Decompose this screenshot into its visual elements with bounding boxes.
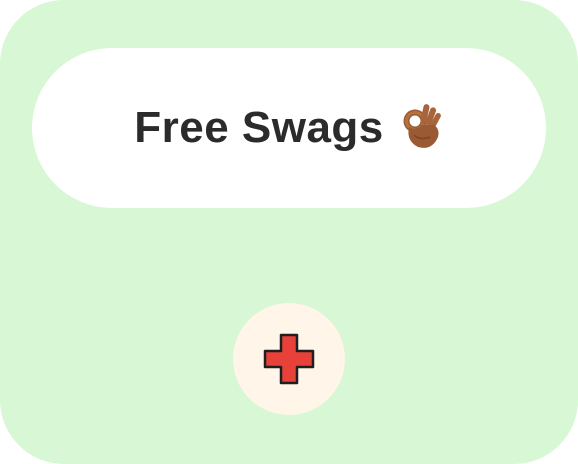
plus-icon: [263, 333, 315, 385]
add-button[interactable]: [233, 303, 345, 415]
swag-card: Free Swags: [0, 0, 578, 464]
card-title: Free Swags: [134, 103, 384, 152]
title-banner: Free Swags: [32, 48, 546, 208]
ok-hand-icon: [400, 101, 444, 151]
